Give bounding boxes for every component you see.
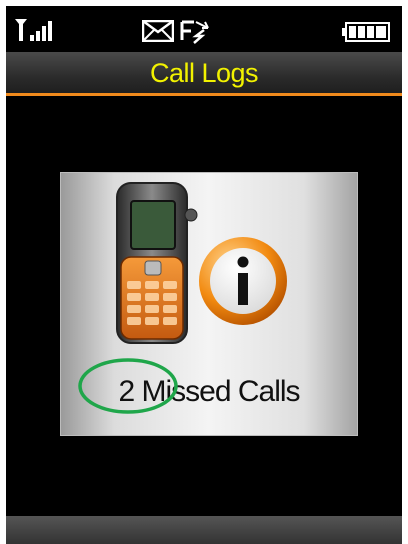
call-forward-icon bbox=[180, 20, 209, 44]
info-icon bbox=[199, 237, 287, 325]
message-icon bbox=[142, 20, 174, 42]
softkey-bar bbox=[6, 516, 402, 544]
status-bar bbox=[6, 6, 402, 50]
mobile-phone-icon bbox=[116, 182, 198, 344]
battery-icon bbox=[342, 22, 390, 42]
title-bar: Call Logs bbox=[6, 52, 402, 96]
page-title: Call Logs bbox=[149, 58, 259, 88]
annotation-circle bbox=[78, 358, 178, 414]
phone-screen: Call Logs 2 Missed Calls bbox=[6, 6, 402, 544]
signal-strength-icon bbox=[15, 19, 52, 41]
missed-calls-popup[interactable]: 2 Missed Calls bbox=[60, 172, 358, 436]
